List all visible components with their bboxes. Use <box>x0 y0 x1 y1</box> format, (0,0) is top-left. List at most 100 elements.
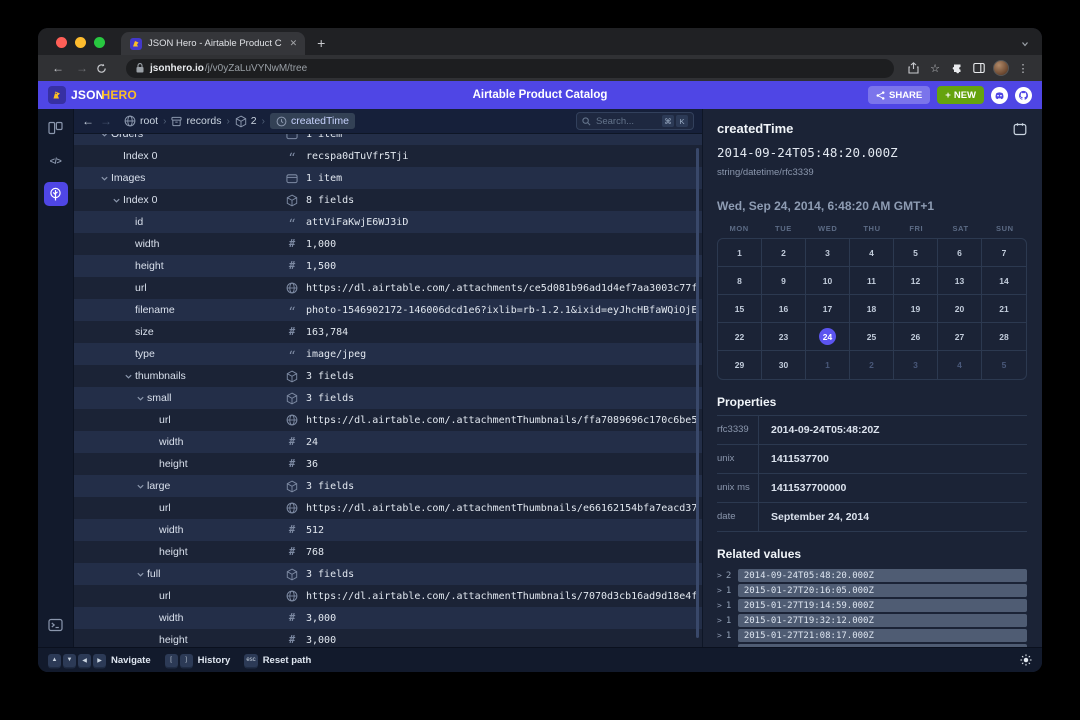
maximize-window-button[interactable] <box>94 37 105 48</box>
tree-row[interactable]: small3 fields <box>74 387 702 409</box>
chevron-down-icon[interactable] <box>110 196 123 205</box>
tree-row[interactable]: width#3,000 <box>74 607 702 629</box>
tree-key-label: width <box>135 238 160 250</box>
tree-value: 1 item <box>285 134 696 140</box>
tree-row[interactable]: Index 0“recspa0dTuVfr5Tji <box>74 145 702 167</box>
new-document-button[interactable]: + NEW <box>937 86 984 104</box>
chevron-down-icon[interactable] <box>134 394 147 403</box>
tree-row[interactable]: Images1 item <box>74 167 702 189</box>
tab-search-chevron-icon[interactable] <box>1020 39 1030 49</box>
discord-icon[interactable] <box>991 87 1008 104</box>
forward-button[interactable]: → <box>72 61 92 75</box>
related-value-row[interactable]: > <box>717 644 1027 647</box>
tree-row[interactable]: height#768 <box>74 541 702 563</box>
related-value-row[interactable]: >12015-01-27T19:14:59.000Z <box>717 599 1027 612</box>
hash-icon: # <box>285 436 299 448</box>
tree-row[interactable]: height#36 <box>74 453 702 475</box>
related-value-row[interactable]: >22014-09-24T05:48:20.000Z <box>717 569 1027 582</box>
new-tab-button[interactable]: + <box>305 35 337 55</box>
tree-row[interactable]: id“attViFaKwjE6WJ3iD <box>74 211 702 233</box>
tree-row[interactable]: urlhttps://dl.airtable.com/.attachments/… <box>74 277 702 299</box>
tree-value: https://dl.airtable.com/.attachmentThumb… <box>285 414 696 426</box>
tree-row[interactable]: Orders1 item <box>74 134 702 145</box>
tree-row[interactable]: urlhttps://dl.airtable.com/.attachmentTh… <box>74 409 702 431</box>
tree-row[interactable]: thumbnails3 fields <box>74 365 702 387</box>
theme-toggle-sun-icon[interactable] <box>1020 654 1032 666</box>
hash-icon: # <box>285 260 299 272</box>
breadcrumb-item-createdTime[interactable]: createdTime <box>270 113 355 129</box>
chevron-down-icon[interactable] <box>98 134 111 139</box>
reload-button[interactable] <box>96 63 116 74</box>
tree-row[interactable]: width#24 <box>74 431 702 453</box>
chevron-down-icon[interactable] <box>134 570 147 579</box>
tree-key-label: Images <box>111 172 145 184</box>
calendar-day-header: WED <box>806 224 850 233</box>
tree-row[interactable]: urlhttps://dl.airtable.com/.attachmentTh… <box>74 497 702 519</box>
related-value-row[interactable]: >12015-01-27T21:08:17.000Z <box>717 629 1027 642</box>
key-cap: ] <box>180 654 193 667</box>
tree-value-text: 1 item <box>306 134 342 140</box>
tree-row[interactable]: filename“photo-1546902172-146006dcd1e6?i… <box>74 299 702 321</box>
close-window-button[interactable] <box>56 37 67 48</box>
column-view-icon[interactable] <box>44 116 68 140</box>
tree-row[interactable]: type“image/jpeg <box>74 343 702 365</box>
minimize-window-button[interactable] <box>75 37 86 48</box>
related-count: 1 <box>726 631 734 641</box>
jsonhero-logo[interactable]: JSONHERO <box>48 86 137 104</box>
side-panel-icon[interactable] <box>970 62 988 74</box>
breadcrumb-item-2[interactable]: 2 <box>235 115 257 128</box>
tree-view-icon[interactable] <box>44 182 68 206</box>
tree-row[interactable]: height#3,000 <box>74 629 702 647</box>
bookmark-star-icon[interactable]: ☆ <box>926 62 944 75</box>
calendar-day-cell: 5 <box>982 351 1026 379</box>
terminal-icon[interactable] <box>44 613 68 637</box>
address-bar[interactable]: jsonhero.io /j/v0yZaLuVYNwM/tree <box>126 59 894 78</box>
tree-row[interactable]: size#163,784 <box>74 321 702 343</box>
chevron-down-icon[interactable] <box>134 482 147 491</box>
calendar-grid: 1234567891011121314151617181920212223242… <box>717 238 1027 380</box>
chevron-right-icon: > <box>717 616 722 625</box>
tree-row[interactable]: large3 fields <box>74 475 702 497</box>
key-cap: ▼ <box>63 654 76 667</box>
breadcrumb-back-icon[interactable]: ← <box>82 114 94 128</box>
extensions-puzzle-icon[interactable] <box>948 62 966 74</box>
tree-row[interactable]: urlhttps://dl.airtable.com/.attachmentTh… <box>74 585 702 607</box>
hash-icon: # <box>285 612 299 624</box>
search-input[interactable]: Search... ⌘K <box>576 112 694 130</box>
statusbar-keys: esc <box>244 654 257 667</box>
browser-menu-icon[interactable]: ⋮ <box>1014 62 1032 75</box>
breadcrumb-item-records[interactable]: records <box>171 115 221 127</box>
tree-value: 3 fields <box>285 568 696 581</box>
breadcrumb-item-root[interactable]: root <box>124 115 158 127</box>
profile-avatar[interactable] <box>992 60 1010 76</box>
tree-row[interactable]: full3 fields <box>74 563 702 585</box>
github-icon[interactable] <box>1015 87 1032 104</box>
calendar-day-cell: 4 <box>850 239 894 267</box>
tree-row[interactable]: height#1,500 <box>74 255 702 277</box>
calendar-day-cell: 3 <box>806 239 850 267</box>
tree-scrollbar[interactable] <box>696 148 699 638</box>
tree-row[interactable]: width#1,000 <box>74 233 702 255</box>
breadcrumb-forward-icon[interactable]: → <box>100 114 112 128</box>
clock-icon <box>276 116 287 127</box>
properties-table: rfc33392014-09-24T05:48:20Zunix141153770… <box>717 416 1027 532</box>
browser-tab[interactable]: JSON Hero - Airtable Product C ✕ <box>121 32 305 55</box>
tree-key-label: large <box>147 480 170 492</box>
chevron-down-icon[interactable] <box>122 372 135 381</box>
calendar-selected-day: 24 <box>819 328 836 345</box>
tab-close-icon[interactable]: ✕ <box>290 38 298 49</box>
related-value-row[interactable]: >12015-01-27T20:16:05.000Z <box>717 584 1027 597</box>
share-button[interactable]: SHARE <box>868 86 930 104</box>
calendar-icon <box>1013 122 1027 136</box>
tree-value: https://dl.airtable.com/.attachmentThumb… <box>285 590 696 602</box>
json-view-icon[interactable]: </> <box>44 149 68 173</box>
share-page-icon[interactable] <box>904 62 922 74</box>
back-button[interactable]: ← <box>48 61 68 75</box>
related-value-row[interactable]: >12015-01-27T19:32:12.000Z <box>717 614 1027 627</box>
inspector-value: 2014-09-24T05:48:20.000Z <box>717 145 1027 160</box>
chevron-down-icon[interactable] <box>98 174 111 183</box>
tree-row[interactable]: Index 08 fields <box>74 189 702 211</box>
tree-row[interactable]: width#512 <box>74 519 702 541</box>
calendar-day-cell: 27 <box>938 323 982 351</box>
tree-value: #24 <box>285 436 696 448</box>
